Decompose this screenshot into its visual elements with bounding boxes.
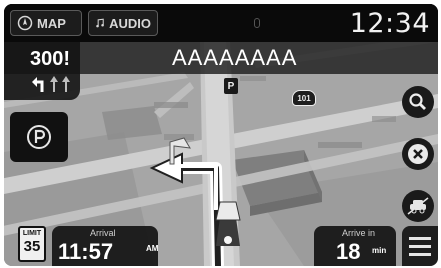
- arrival-label: Arrival: [90, 228, 116, 238]
- parking-button[interactable]: [10, 112, 68, 162]
- clock: 12:34: [349, 8, 430, 39]
- parking-icon: [27, 125, 51, 149]
- arrive-in-value: 18: [336, 239, 361, 264]
- road-shield: 101: [292, 90, 316, 106]
- road-shield-number: 101: [297, 93, 311, 103]
- poi-marker[interactable]: P: [224, 78, 238, 94]
- arrival-time: 11:57: [58, 239, 114, 264]
- menu-icon-line: [409, 244, 431, 248]
- menu-icon-line: [409, 252, 431, 256]
- navigation-screen: 101 P S MAP AUDIO 12:34 AAAAAA: [4, 4, 438, 266]
- map-button[interactable]: MAP: [10, 10, 82, 36]
- current-street-name: AAAAAAAA: [172, 45, 298, 70]
- next-turn-panel[interactable]: 300!: [4, 42, 80, 100]
- signal-indicator-icon: [254, 18, 260, 28]
- menu-icon-line: [409, 236, 431, 240]
- speed-limit-sign: LIMIT 35: [18, 226, 46, 262]
- straight-arrow-icon: [62, 76, 70, 92]
- top-bar: MAP AUDIO 12:34: [4, 4, 438, 42]
- lane-guidance-icon: [32, 76, 70, 92]
- speed-limit-label: LIMIT: [22, 230, 42, 237]
- route-options-icon: [407, 197, 429, 215]
- arrive-in-unit: min: [372, 246, 387, 255]
- straight-arrow-icon: [50, 76, 58, 92]
- cancel-route-button[interactable]: [402, 138, 434, 170]
- bottom-info-bar: LIMIT 35 Arrival 11:57 AM Arrive in 18 m…: [4, 226, 438, 266]
- search-button[interactable]: [402, 86, 434, 118]
- arrive-in-field[interactable]: Arrive in 18 min: [314, 226, 396, 266]
- compass-icon: [17, 15, 33, 31]
- audio-button[interactable]: AUDIO: [88, 10, 158, 36]
- music-note-icon: [96, 18, 104, 28]
- close-icon: [408, 144, 428, 164]
- route-options-button[interactable]: [402, 190, 434, 222]
- map-button-label: MAP: [37, 15, 66, 31]
- poi-marker-label: P: [227, 80, 235, 92]
- arrive-in-label: Arrive in: [342, 228, 376, 238]
- menu-button[interactable]: [402, 226, 438, 266]
- turn-distance: 300!: [30, 48, 71, 70]
- turn-left-arrow-icon: [32, 77, 44, 92]
- speed-limit-value: 35: [23, 238, 41, 255]
- audio-button-label: AUDIO: [109, 15, 151, 31]
- arrival-am-pm: AM: [146, 244, 159, 253]
- search-icon: [409, 93, 426, 110]
- arrival-time-field[interactable]: Arrival 11:57 AM: [52, 226, 158, 266]
